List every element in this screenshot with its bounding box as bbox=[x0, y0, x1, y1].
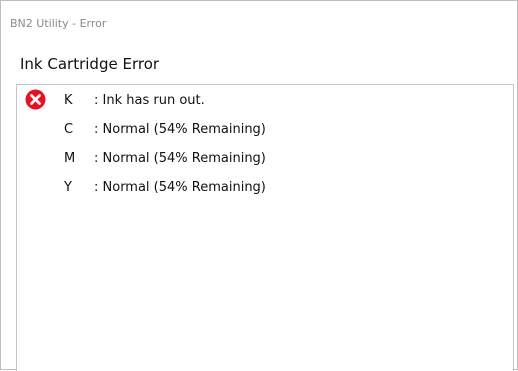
cartridge-color-label: K bbox=[64, 93, 73, 108]
cartridge-status-text: : Normal (54% Remaining) bbox=[94, 180, 266, 195]
cartridge-status-text: : Normal (54% Remaining) bbox=[94, 151, 266, 166]
cartridge-row-m: M : Normal (54% Remaining) bbox=[17, 148, 513, 170]
cartridge-status-text: : Normal (54% Remaining) bbox=[94, 122, 266, 137]
cartridge-row-c: C : Normal (54% Remaining) bbox=[17, 119, 513, 141]
cartridge-color-label: M bbox=[64, 151, 76, 166]
window-title: BN2 Utility - Error bbox=[10, 17, 107, 30]
error-x-circle-icon bbox=[25, 89, 46, 110]
cartridge-row-y: Y : Normal (54% Remaining) bbox=[17, 177, 513, 199]
cartridge-status-text: : Ink has run out. bbox=[94, 93, 205, 108]
cartridge-color-label: Y bbox=[64, 180, 72, 195]
dialog-heading: Ink Cartridge Error bbox=[20, 55, 160, 73]
error-dialog: BN2 Utility - Error Ink Cartridge Error … bbox=[0, 0, 518, 371]
cartridge-color-label: C bbox=[64, 122, 74, 137]
cartridge-row-k: K : Ink has run out. bbox=[17, 89, 513, 112]
cartridge-status-list: K : Ink has run out. C : Normal (54% Rem… bbox=[16, 84, 514, 371]
title-bar[interactable]: BN2 Utility - Error bbox=[1, 1, 517, 39]
